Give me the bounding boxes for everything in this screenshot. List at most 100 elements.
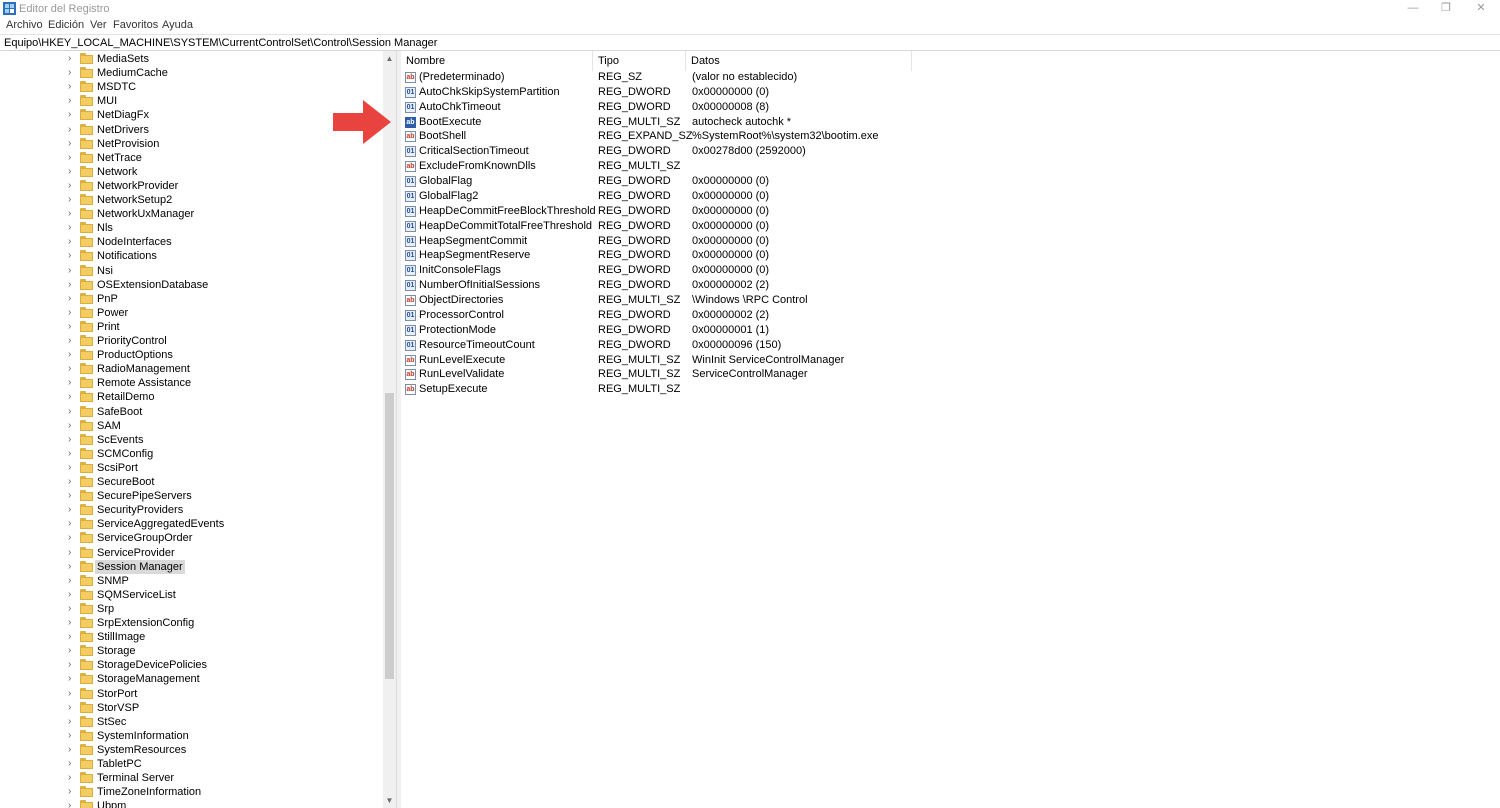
tree-item[interactable]: › PriorityControl [0, 334, 380, 348]
tree-item[interactable]: › StillImage [0, 630, 380, 644]
value-row[interactable]: 01 GlobalFlag REG_DWORD 0x00000000 (0) [401, 174, 1500, 189]
chevron-right-icon[interactable]: › [68, 349, 76, 361]
value-name[interactable]: RunLevelExecute [419, 354, 505, 367]
tree-item-label[interactable]: Remote Assistance [95, 376, 193, 390]
tree-item-label[interactable]: SafeBoot [95, 405, 144, 419]
value-row[interactable]: 01 HeapSegmentCommit REG_DWORD 0x00000000 (… [401, 234, 1500, 249]
tree-item-label[interactable]: Notifications [95, 249, 159, 263]
tree-item[interactable]: › MSDTC [0, 80, 380, 94]
tree-item-label[interactable]: TimeZoneInformation [95, 785, 203, 799]
column-header-type[interactable]: Tipo [593, 51, 686, 71]
tree-item-label[interactable]: ServiceProvider [95, 546, 177, 560]
chevron-right-icon[interactable]: › [68, 603, 76, 615]
scroll-thumb[interactable] [385, 393, 394, 679]
value-name[interactable]: HeapSegmentCommit [419, 235, 527, 248]
tree-item-label[interactable]: SecureBoot [95, 475, 156, 489]
tree-item-label[interactable]: Terminal Server [95, 771, 176, 785]
chevron-right-icon[interactable]: › [68, 194, 76, 206]
tree-item-label[interactable]: SystemInformation [95, 729, 191, 743]
value-name[interactable]: (Predeterminado) [419, 71, 505, 84]
chevron-right-icon[interactable]: › [68, 391, 76, 403]
value-row[interactable]: ab ExcludeFromKnownDlls REG_MULTI_SZ [401, 159, 1500, 174]
chevron-right-icon[interactable]: › [68, 504, 76, 516]
tree-item[interactable]: › SrpExtensionConfig [0, 616, 380, 630]
tree-item[interactable]: › SecureBoot [0, 475, 380, 489]
chevron-right-icon[interactable]: › [68, 307, 76, 319]
tree-item-label[interactable]: Ubpm [95, 799, 128, 808]
chevron-right-icon[interactable]: › [68, 138, 76, 150]
address-path[interactable]: Equipo\HKEY_LOCAL_MACHINE\SYSTEM\Current… [4, 37, 437, 49]
chevron-right-icon[interactable]: › [68, 702, 76, 714]
chevron-right-icon[interactable]: › [68, 81, 76, 93]
value-row[interactable]: ab SetupExecute REG_MULTI_SZ [401, 382, 1500, 397]
tree-item-label[interactable]: RetailDemo [95, 390, 156, 404]
tree-item-label[interactable]: NodeInterfaces [95, 235, 174, 249]
tree-item-label[interactable]: RadioManagement [95, 362, 192, 376]
minimize-button[interactable]: — [1397, 0, 1429, 18]
chevron-right-icon[interactable]: › [68, 279, 76, 291]
close-button[interactable]: ✕ [1465, 0, 1497, 18]
tree-item[interactable]: › ScEvents [0, 433, 380, 447]
tree-item[interactable]: › SecurityProviders [0, 503, 380, 517]
chevron-right-icon[interactable]: › [68, 476, 76, 488]
value-row[interactable]: ab RunLevelValidate REG_MULTI_SZ ServiceCon… [401, 367, 1500, 382]
tree-item[interactable]: › MediaSets [0, 52, 380, 66]
value-row[interactable]: ab (Predeterminado) REG_SZ (valor no establ… [401, 70, 1500, 85]
value-row[interactable]: 01 ProtectionMode REG_DWORD 0x00000001 (1) [401, 323, 1500, 338]
value-row[interactable]: 01 HeapDeCommitFreeBlockThreshold REG_DWOR… [401, 204, 1500, 219]
tree-item[interactable]: › Session Manager [0, 560, 380, 574]
tree-item[interactable]: › Print [0, 320, 380, 334]
tree-item[interactable]: › ProductOptions [0, 348, 380, 362]
tree-item[interactable]: › NetProvision [0, 137, 380, 151]
chevron-right-icon[interactable]: › [68, 208, 76, 220]
tree-item[interactable]: › Power [0, 306, 380, 320]
tree-item-label[interactable]: StillImage [95, 630, 147, 644]
tree-item[interactable]: › MediumCache [0, 66, 380, 80]
tree-item-label[interactable]: OSExtensionDatabase [95, 278, 210, 292]
value-name[interactable]: HeapDeCommitFreeBlockThreshold [419, 205, 596, 218]
scroll-up-arrow-icon[interactable]: ▲ [383, 53, 396, 65]
value-name[interactable]: GlobalFlag2 [419, 190, 478, 203]
tree-item-label[interactable]: PriorityControl [95, 334, 169, 348]
tree-item-label[interactable]: NetworkProvider [95, 179, 180, 193]
chevron-right-icon[interactable]: › [68, 786, 76, 798]
tree-item-label[interactable]: ProductOptions [95, 348, 175, 362]
tree-item-label[interactable]: TabletPC [95, 757, 144, 771]
tree-item[interactable]: › SystemResources [0, 743, 380, 757]
value-row[interactable]: ab BootShell REG_EXPAND_SZ %SystemRoot%\sys… [401, 129, 1500, 144]
chevron-right-icon[interactable]: › [68, 730, 76, 742]
chevron-right-icon[interactable]: › [68, 406, 76, 418]
value-name[interactable]: ProtectionMode [419, 324, 496, 337]
value-name[interactable]: CriticalSectionTimeout [419, 145, 529, 158]
tree-item[interactable]: › Remote Assistance [0, 376, 380, 390]
value-name[interactable]: ExcludeFromKnownDlls [419, 160, 536, 173]
chevron-right-icon[interactable]: › [68, 800, 76, 808]
value-row[interactable]: 01 CriticalSectionTimeout REG_DWORD 0x00278… [401, 144, 1500, 159]
tree-item[interactable]: › NetworkProvider [0, 179, 380, 193]
tree-item-label[interactable]: SystemResources [95, 743, 188, 757]
tree-item-label[interactable]: SQMServiceList [95, 588, 178, 602]
chevron-right-icon[interactable]: › [68, 434, 76, 446]
tree-item-label[interactable]: MediaSets [95, 52, 151, 66]
chevron-right-icon[interactable]: › [68, 124, 76, 136]
values-list[interactable]: Nombre Tipo Datos ab (Predeterminado) REG_… [401, 51, 1500, 808]
value-row[interactable]: ab ObjectDirectories REG_MULTI_SZ \Windows … [401, 293, 1500, 308]
chevron-right-icon[interactable]: › [68, 561, 76, 573]
chevron-right-icon[interactable]: › [68, 363, 76, 375]
tree-item[interactable]: › Srp [0, 602, 380, 616]
value-name[interactable]: AutoChkTimeout [419, 101, 501, 114]
value-name[interactable]: HeapSegmentReserve [419, 249, 530, 262]
menu-archivo[interactable]: Archivo [6, 19, 43, 31]
value-name[interactable]: ObjectDirectories [419, 294, 503, 307]
chevron-right-icon[interactable]: › [68, 758, 76, 770]
tree-item-label[interactable]: ScsiPort [95, 461, 140, 475]
chevron-right-icon[interactable]: › [68, 67, 76, 79]
tree-item-label[interactable]: NetDiagFx [95, 108, 151, 122]
chevron-right-icon[interactable]: › [68, 645, 76, 657]
tree-item[interactable]: › SQMServiceList [0, 588, 380, 602]
menu-ver[interactable]: Ver [90, 19, 107, 31]
tree-item-label[interactable]: SNMP [95, 574, 131, 588]
tree-item-label[interactable]: SecurityProviders [95, 503, 185, 517]
tree-item[interactable]: › TimeZoneInformation [0, 785, 380, 799]
chevron-right-icon[interactable]: › [68, 109, 76, 121]
